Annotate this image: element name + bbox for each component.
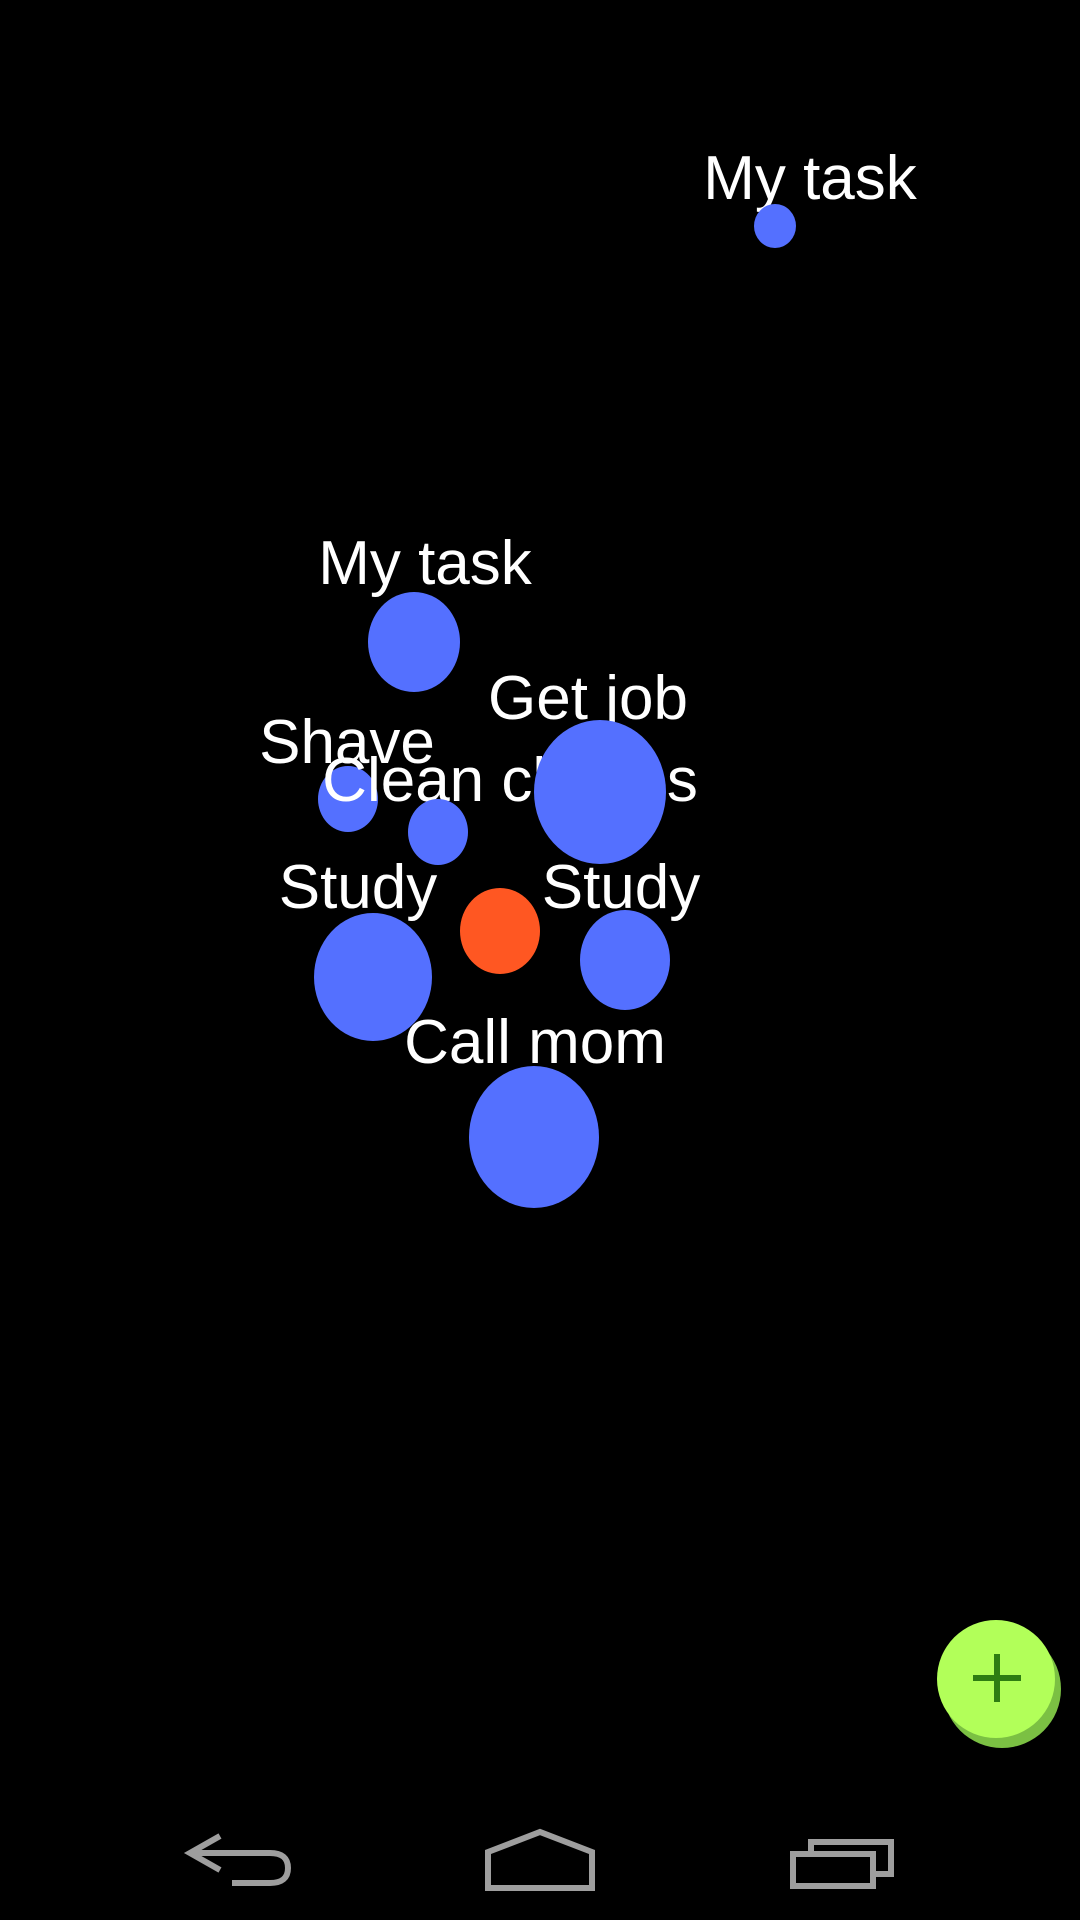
- task-bubble[interactable]: [580, 910, 670, 1010]
- center-node[interactable]: [460, 888, 540, 974]
- task-bubble[interactable]: [469, 1066, 599, 1208]
- task-bubble[interactable]: [754, 204, 796, 248]
- task-canvas[interactable]: My task My task Shave Clean clothes Get …: [0, 0, 1080, 1920]
- back-icon: [160, 1833, 320, 1904]
- add-task-button[interactable]: [937, 1620, 1055, 1738]
- home-icon: [460, 1828, 620, 1904]
- back-button[interactable]: [160, 1820, 320, 1900]
- home-button[interactable]: [460, 1820, 620, 1900]
- navigation-bar: [0, 1780, 1080, 1920]
- task-label: Call mom: [404, 1008, 666, 1077]
- task-bubble[interactable]: [368, 592, 460, 692]
- task-bubble[interactable]: [534, 720, 666, 864]
- task-label: Study: [278, 853, 438, 922]
- recents-button[interactable]: [765, 1820, 925, 1900]
- task-label: My task: [703, 144, 917, 213]
- task-label: My task: [318, 529, 532, 598]
- recents-icon: [765, 1839, 925, 1904]
